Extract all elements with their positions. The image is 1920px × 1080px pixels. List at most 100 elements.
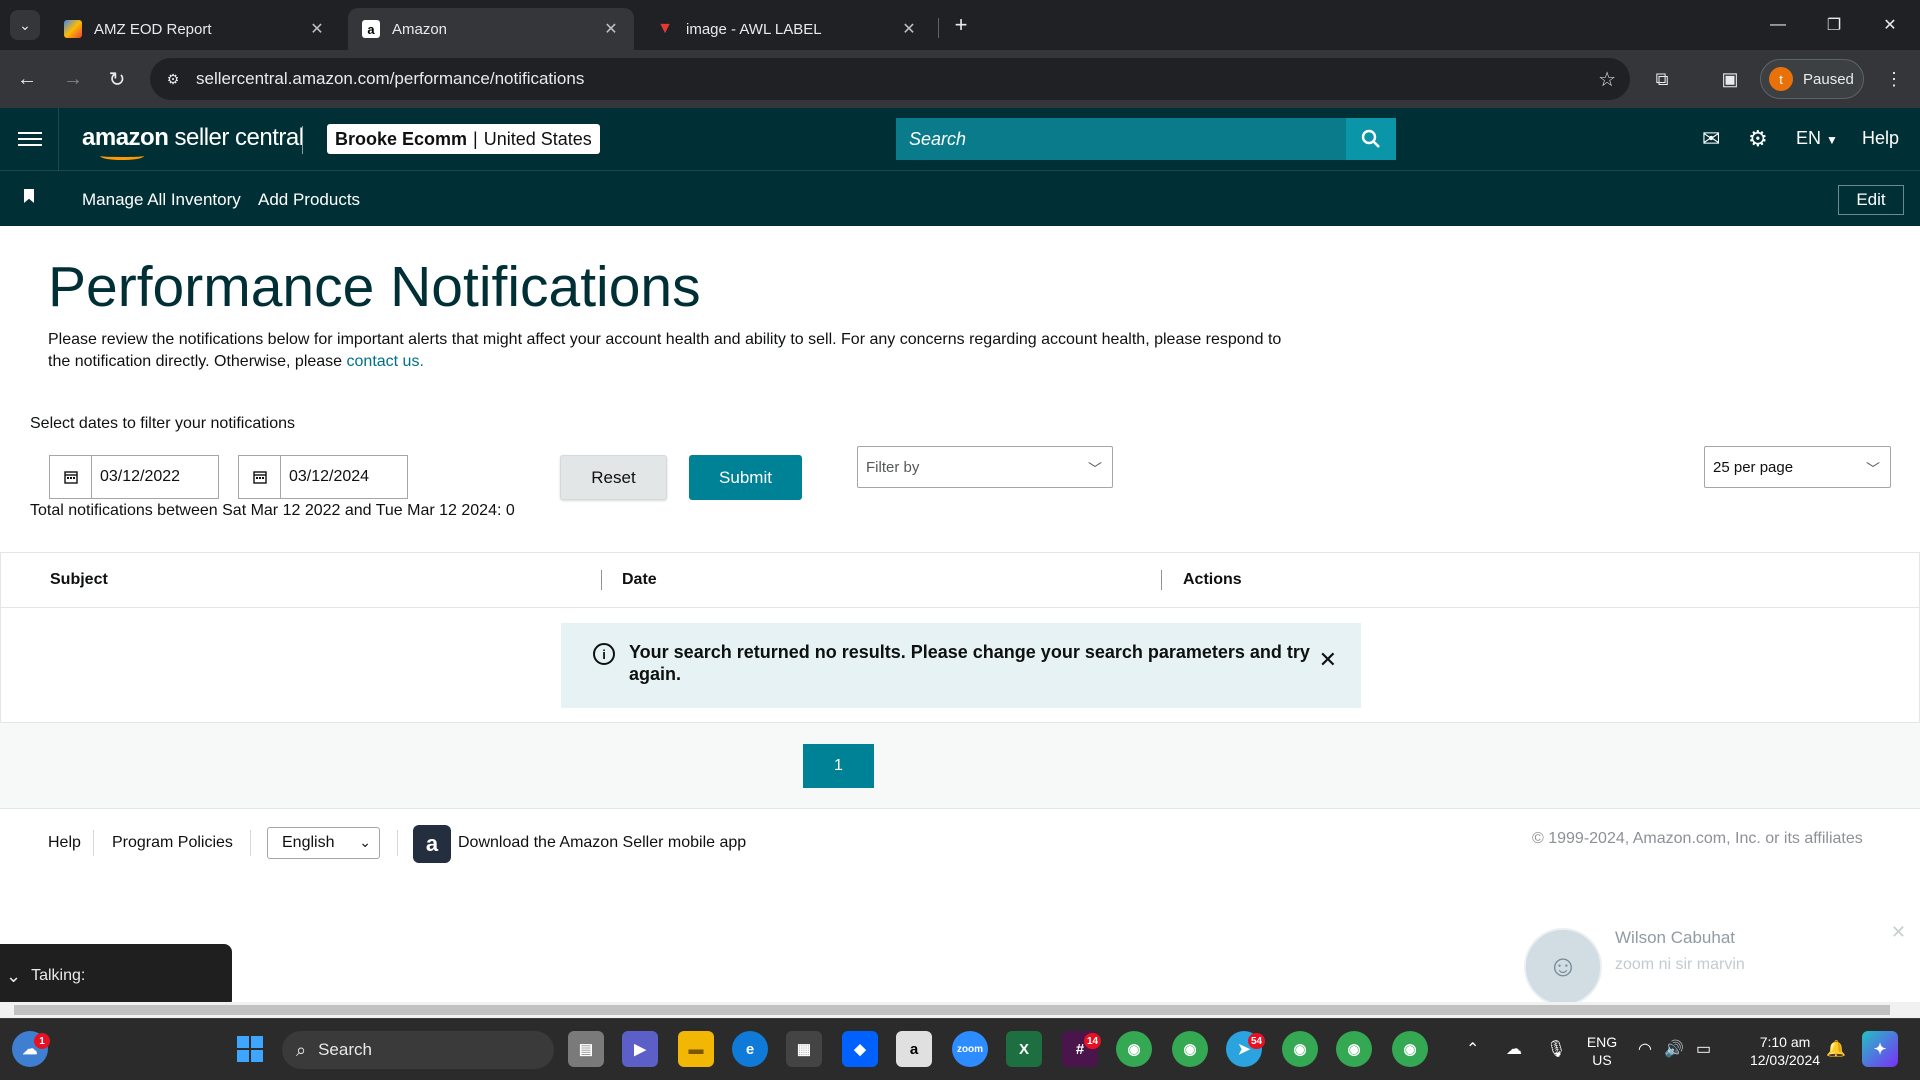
copilot-icon[interactable]: ✦ [1862,1031,1898,1067]
notification-bell-icon[interactable]: 🔔 [1826,1039,1846,1059]
new-tab-button[interactable]: + [948,12,974,38]
bookmark-star-icon[interactable]: ☆ [1598,67,1616,92]
chat-message: zoom ni sir marvin [1615,956,1745,973]
windows-start-icon[interactable] [232,1031,268,1067]
start-date-value[interactable]: 03/12/2022 [92,468,180,486]
browser-tab-bar: ⌄ AMZ EOD Report ✕ a Amazon ✕ ▼ image - … [0,0,1920,50]
footer-help-link[interactable]: Help [48,834,81,852]
taskbar-search[interactable]: ⌕ Search [282,1031,554,1069]
nav-manage-all-inventory[interactable]: Manage All Inventory [82,190,241,210]
task-view-icon[interactable]: ▤ [568,1031,604,1067]
close-window-button[interactable]: ✕ [1862,0,1918,50]
horizontal-scrollbar[interactable] [0,1002,1920,1018]
column-divider[interactable] [1161,570,1162,590]
close-tab-icon[interactable]: ✕ [308,19,326,39]
chrome-icon[interactable]: ◉ [1282,1031,1318,1067]
search-button[interactable] [1346,118,1396,160]
seller-central-logo[interactable]: amazon seller central [82,124,304,160]
reload-icon[interactable]: ↻ [102,64,132,94]
chat-notification[interactable]: ☺ Wilson Cabuhat zoom ni sir marvin ✕ [1514,918,1912,1008]
teams-icon[interactable]: ▶ [622,1031,658,1067]
calendar-icon[interactable] [239,456,281,498]
tab-awl-label[interactable]: ▼ image - AWL LABEL ✕ [642,8,932,50]
chrome-icon[interactable]: ◉ [1392,1031,1428,1067]
filter-by-select[interactable]: Filter by ﹀ [857,446,1113,488]
chrome-icon[interactable]: ◉ [1116,1031,1152,1067]
weather-icon[interactable]: ☁ 1 [12,1031,50,1067]
microphone-icon[interactable]: 🎙 [1546,1039,1566,1059]
onedrive-icon[interactable]: ☁ [1506,1039,1522,1059]
tab-amazon[interactable]: a Amazon ✕ [348,8,634,50]
total-notifications-text: Total notifications between Sat Mar 12 2… [30,502,515,519]
per-page-select[interactable]: 25 per page ﹀ [1704,446,1891,488]
restore-button[interactable]: ❐ [1806,0,1862,50]
mail-icon[interactable]: ✉ [1702,126,1720,152]
search-icon: ⌕ [296,1039,307,1060]
edit-bookmarks-button[interactable]: Edit [1838,185,1904,215]
end-date-value[interactable]: 03/12/2024 [281,468,369,486]
telegram-icon[interactable]: ➤ 54 [1226,1031,1266,1067]
amazon-seller-app-icon[interactable]: a [413,825,451,863]
logo-divider [302,126,303,154]
forward-arrow-icon[interactable]: → [58,64,88,94]
profile-button[interactable]: t Paused [1760,59,1864,99]
close-icon[interactable]: ✕ [1891,922,1906,943]
column-date[interactable]: Date [622,571,657,589]
excel-icon[interactable]: X [1006,1031,1042,1067]
account-switcher[interactable]: Brooke Ecomm | United States [327,124,600,154]
column-subject[interactable]: Subject [50,571,108,589]
address-bar[interactable]: ⚙ sellercentral.amazon.com/performance/n… [150,58,1630,100]
edge-icon[interactable]: e [732,1031,768,1067]
contact-us-link[interactable]: contact us. [347,353,424,370]
end-date-field[interactable]: 03/12/2024 [238,455,408,499]
search-input[interactable]: Search [896,118,1346,160]
close-tab-icon[interactable]: ✕ [900,19,918,39]
close-icon[interactable]: ✕ [1319,647,1337,673]
input-language[interactable]: ENG US [1584,1033,1620,1069]
back-arrow-icon[interactable]: ← [12,64,42,94]
talking-indicator[interactable]: ⌄ Talking: [0,944,232,1008]
bookmark-icon[interactable] [24,189,34,203]
wifi-icon[interactable]: ◠ [1638,1039,1652,1059]
volume-icon[interactable]: 🔊 [1664,1039,1684,1059]
gear-icon[interactable]: ⚙ [1748,126,1768,152]
hamburger-menu-icon[interactable] [18,128,42,148]
side-panel-icon[interactable]: ▣ [1716,65,1744,93]
dropbox-icon[interactable]: ◆ [842,1031,878,1067]
page-button-1[interactable]: 1 [803,744,874,788]
language-selector[interactable]: EN ▼ [1796,128,1838,149]
chrome-icon[interactable]: ◉ [1336,1031,1372,1067]
footer-divider [397,830,398,856]
amazon-app-icon[interactable]: a [896,1031,932,1067]
chrome-icon[interactable]: ◉ [1172,1031,1208,1067]
scrollbar-thumb[interactable] [14,1005,1890,1015]
close-tab-icon[interactable]: ✕ [602,19,620,39]
calendar-icon[interactable] [50,456,92,498]
chevron-down-icon[interactable]: ⌄ [6,966,21,987]
help-link[interactable]: Help [1862,128,1899,149]
extensions-icon[interactable]: ⧉ [1648,65,1676,93]
zoom-icon[interactable]: zoom [952,1031,988,1067]
slack-icon[interactable]: # 14 [1062,1031,1102,1067]
footer-program-policies-link[interactable]: Program Policies [112,834,233,852]
store-icon[interactable]: ▦ [786,1031,822,1067]
submit-button[interactable]: Submit [689,455,802,500]
reset-button[interactable]: Reset [560,455,667,500]
url-text[interactable]: sellercentral.amazon.com/performance/not… [196,69,584,89]
battery-icon[interactable]: ▭ [1696,1039,1711,1059]
tab-search-button[interactable]: ⌄ [10,10,40,40]
file-explorer-icon[interactable]: ▬ [678,1031,714,1067]
browser-menu-icon[interactable]: ⋮ [1880,65,1908,93]
nav-add-products[interactable]: Add Products [258,190,360,210]
minimize-button[interactable]: — [1750,0,1806,50]
column-actions: Actions [1183,571,1242,588]
download-app-link[interactable]: Download the Amazon Seller mobile app [458,834,746,852]
clock[interactable]: 7:10 am 12/03/2024 [1730,1033,1840,1069]
avatar: t [1769,67,1793,91]
column-divider[interactable] [601,570,602,590]
chevron-up-icon[interactable]: ⌃ [1466,1039,1479,1059]
start-date-field[interactable]: 03/12/2022 [49,455,219,499]
footer-language-select[interactable]: English ⌄ [267,827,380,859]
site-info-icon[interactable]: ⚙ [162,68,184,90]
tab-amz-eod-report[interactable]: AMZ EOD Report ✕ [50,8,340,50]
